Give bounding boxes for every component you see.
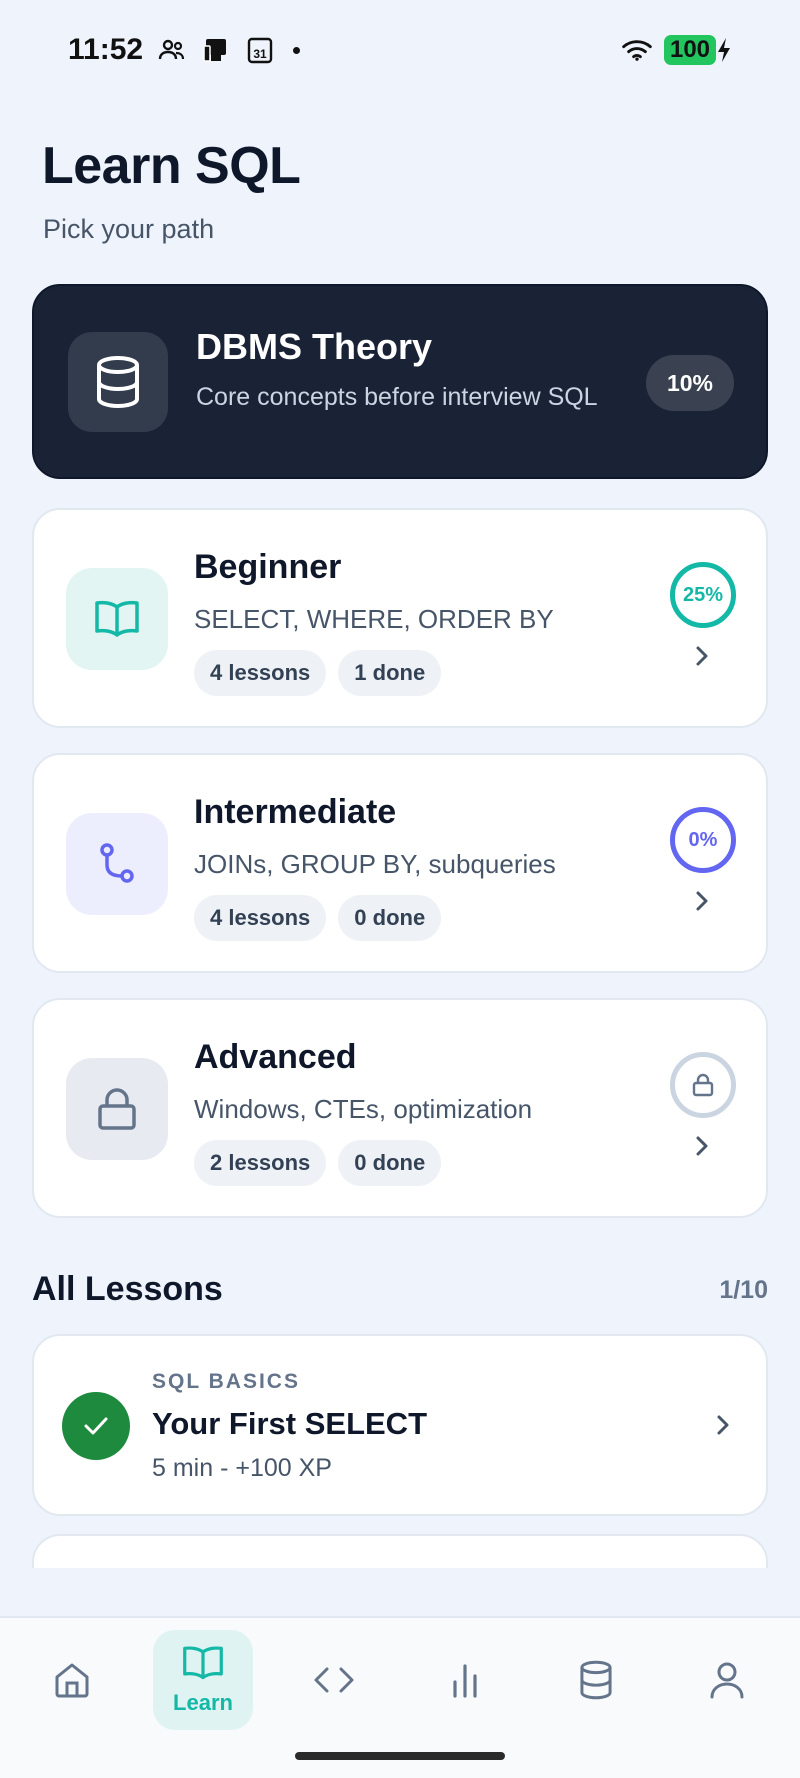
page-subtitle: Pick your path [43,214,215,244]
level-description: SELECT, WHERE, ORDER BY [194,604,554,634]
people-icon [157,36,187,64]
progress-ring: 25% [670,562,736,628]
level-card-intermediate[interactable]: Intermediate JOINs, GROUP BY, subqueries… [32,753,768,973]
theory-title: DBMS Theory [196,326,433,367]
calendar-icon: 31 [245,36,275,64]
learn-screen: 11:52 31 100 Learn SQL Pick your path DB… [0,0,800,1778]
book-icon [183,1646,223,1680]
nav-database[interactable] [546,1630,646,1730]
nav-learn-label: Learn [173,1690,233,1715]
status-bar: 11:52 31 100 [68,30,732,70]
user-icon [710,1662,744,1699]
lesson-item[interactable]: SQL BASICS Your First SELECT 5 min - +10… [32,1334,768,1516]
theory-description: Core concepts before interview SQL [196,383,598,411]
level-description: Windows, CTEs, optimization [194,1094,533,1124]
chevron-right-icon [690,889,714,913]
home-icon [55,1663,89,1698]
nav-home[interactable] [22,1630,122,1730]
theory-progress-badge: 10% [646,355,734,411]
svg-text:31: 31 [253,47,267,61]
lesson-title: Your First SELECT [152,1406,428,1441]
level-card-beginner[interactable]: Beginner SELECT, WHERE, ORDER BY 4 lesso… [32,508,768,728]
device-icon [201,36,231,64]
check-icon [62,1392,130,1460]
level-title: Intermediate [194,793,397,831]
chevron-right-icon [690,644,714,668]
charging-icon [718,38,730,62]
level-card-advanced[interactable]: Advanced Windows, CTEs, optimization 2 l… [32,998,768,1218]
nav-code[interactable] [284,1630,384,1730]
lock-icon [66,1058,168,1160]
notification-dot [293,46,301,54]
page-title: Learn SQL [42,137,301,195]
scroll-fade [0,1568,800,1616]
nav-profile[interactable] [677,1630,777,1730]
lessons-count-pill: 4 lessons [194,895,327,941]
chevron-right-icon [716,1414,730,1441]
done-count-pill: 0 done [338,895,442,941]
book-icon [66,568,168,670]
home-indicator[interactable] [295,1752,505,1760]
lesson-meta: 5 min - +100 XP [152,1454,332,1482]
lock-icon [692,1073,714,1097]
chevron-right-icon [690,1134,714,1158]
nav-learn[interactable]: Learn [153,1630,253,1730]
done-count-pill: 1 done [338,650,442,696]
dbms-theory-card[interactable]: DBMS Theory Core concepts before intervi… [32,284,768,479]
database-icon [580,1660,612,1700]
locked-ring [670,1052,736,1118]
done-count-pill: 0 done [338,1140,442,1186]
lesson-category: SQL BASICS [152,1370,300,1393]
wifi-icon [622,36,652,64]
branch-icon [66,813,168,915]
status-time: 11:52 [68,33,144,66]
code-icon [314,1667,354,1693]
progress-ring: 0% [670,807,736,873]
battery-indicator: 100 [664,35,732,65]
lessons-count-pill: 4 lessons [194,650,327,696]
database-icon [68,332,168,432]
level-title: Advanced [194,1038,357,1076]
all-lessons-heading: All Lessons [32,1270,223,1308]
lessons-count-pill: 2 lessons [194,1140,327,1186]
chart-icon [453,1664,477,1698]
nav-stats[interactable] [415,1630,515,1730]
level-title: Beginner [194,548,342,586]
level-description: JOINs, GROUP BY, subqueries [194,849,556,879]
lessons-progress-count: 1/10 [719,1276,768,1304]
battery-level: 100 [664,35,716,65]
